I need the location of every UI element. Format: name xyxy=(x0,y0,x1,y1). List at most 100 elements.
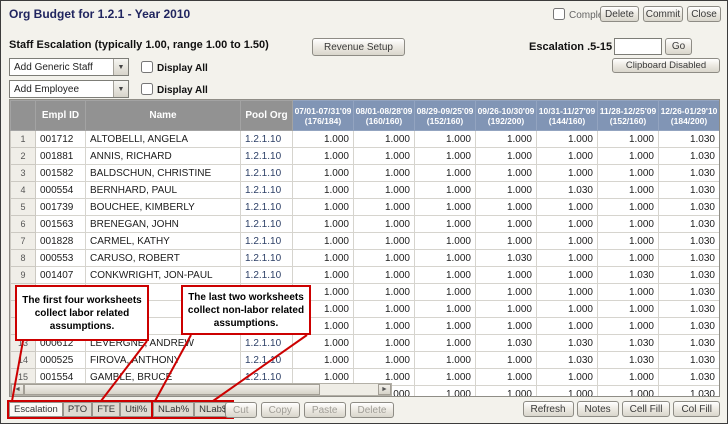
cell-escalation-value[interactable]: 1.000 xyxy=(476,148,537,165)
cell-escalation-value[interactable]: 1.000 xyxy=(476,284,537,301)
cell-escalation-value[interactable]: 1.030 xyxy=(659,301,720,318)
cell-escalation-value[interactable]: 1.030 xyxy=(598,352,659,369)
cell-escalation-value[interactable]: 1.000 xyxy=(598,386,659,398)
cell-escalation-value[interactable]: 1.030 xyxy=(659,352,720,369)
complete-checkbox[interactable] xyxy=(553,8,565,20)
cell-escalation-value[interactable]: 1.000 xyxy=(415,216,476,233)
cell-escalation-value[interactable]: 1.000 xyxy=(476,301,537,318)
cell-escalation-value[interactable]: 1.000 xyxy=(598,369,659,386)
escalation-input[interactable] xyxy=(614,38,662,55)
cell-escalation-value[interactable]: 1.000 xyxy=(598,182,659,199)
cell-escalation-value[interactable]: 1.000 xyxy=(293,250,354,267)
button-paste[interactable]: Paste xyxy=(304,402,346,418)
cell-escalation-value[interactable]: 1.030 xyxy=(537,335,598,352)
delete-button[interactable]: Delete xyxy=(600,6,639,22)
cell-escalation-value[interactable]: 1.030 xyxy=(659,233,720,250)
cell-escalation-value[interactable]: 1.000 xyxy=(293,216,354,233)
cell-escalation-value[interactable]: 1.000 xyxy=(537,284,598,301)
cell-escalation-value[interactable]: 1.000 xyxy=(537,267,598,284)
cell-escalation-value[interactable]: 1.000 xyxy=(476,352,537,369)
cell-escalation-value[interactable]: 1.030 xyxy=(659,250,720,267)
cell-escalation-value[interactable]: 1.000 xyxy=(415,352,476,369)
cell-escalation-value[interactable]: 1.000 xyxy=(415,233,476,250)
cell-escalation-value[interactable]: 1.030 xyxy=(598,335,659,352)
cell-escalation-value[interactable]: 1.000 xyxy=(354,318,415,335)
cell-escalation-value[interactable]: 1.000 xyxy=(415,386,476,398)
cell-escalation-value[interactable]: 1.000 xyxy=(293,131,354,148)
cell-escalation-value[interactable]: 1.000 xyxy=(354,335,415,352)
cell-escalation-value[interactable]: 1.000 xyxy=(354,165,415,182)
button-copy[interactable]: Copy xyxy=(261,402,300,418)
tab-pto[interactable]: PTO xyxy=(63,402,92,417)
cell-escalation-value[interactable]: 1.000 xyxy=(598,165,659,182)
cell-escalation-value[interactable]: 1.000 xyxy=(598,131,659,148)
cell-escalation-value[interactable]: 1.000 xyxy=(476,165,537,182)
cell-escalation-value[interactable]: 1.030 xyxy=(659,284,720,301)
cell-escalation-value[interactable]: 1.000 xyxy=(415,301,476,318)
cell-escalation-value[interactable]: 1.030 xyxy=(659,216,720,233)
cell-escalation-value[interactable]: 1.030 xyxy=(659,199,720,216)
tab-nlab[interactable]: NLab% xyxy=(153,402,194,417)
cell-escalation-value[interactable]: 1.030 xyxy=(537,352,598,369)
cell-escalation-value[interactable]: 1.000 xyxy=(476,216,537,233)
display-all-generic-checkbox[interactable] xyxy=(141,61,153,73)
cell-escalation-value[interactable]: 1.000 xyxy=(354,352,415,369)
cell-escalation-value[interactable]: 1.000 xyxy=(537,199,598,216)
cell-escalation-value[interactable]: 1.000 xyxy=(476,199,537,216)
add-generic-staff-select[interactable]: Add Generic Staff ▼ xyxy=(9,58,129,76)
scrollbar-thumb[interactable] xyxy=(24,384,320,395)
tab-util[interactable]: Util% xyxy=(120,402,152,417)
add-employee-select[interactable]: Add Employee ▼ xyxy=(9,80,129,98)
cell-escalation-value[interactable]: 1.000 xyxy=(537,369,598,386)
cell-escalation-value[interactable]: 1.030 xyxy=(659,369,720,386)
cell-escalation-value[interactable]: 1.000 xyxy=(415,250,476,267)
cell-escalation-value[interactable]: 1.000 xyxy=(293,199,354,216)
cell-escalation-value[interactable]: 1.000 xyxy=(598,199,659,216)
cell-escalation-value[interactable]: 1.000 xyxy=(537,148,598,165)
cell-escalation-value[interactable]: 1.000 xyxy=(537,250,598,267)
button-notes[interactable]: Notes xyxy=(577,401,619,417)
cell-escalation-value[interactable]: 1.000 xyxy=(476,131,537,148)
cell-escalation-value[interactable]: 1.000 xyxy=(415,165,476,182)
cell-escalation-value[interactable]: 1.000 xyxy=(354,199,415,216)
cell-escalation-value[interactable]: 1.000 xyxy=(476,182,537,199)
cell-escalation-value[interactable]: 1.000 xyxy=(598,318,659,335)
clipboard-disabled-button[interactable]: Clipboard Disabled xyxy=(612,58,720,73)
cell-escalation-value[interactable]: 1.000 xyxy=(476,318,537,335)
cell-escalation-value[interactable]: 1.030 xyxy=(659,131,720,148)
cell-escalation-value[interactable]: 1.000 xyxy=(537,233,598,250)
cell-escalation-value[interactable]: 1.000 xyxy=(293,182,354,199)
go-button[interactable]: Go xyxy=(665,38,692,55)
cell-escalation-value[interactable]: 1.000 xyxy=(415,199,476,216)
cell-escalation-value[interactable]: 1.000 xyxy=(415,369,476,386)
cell-escalation-value[interactable]: 1.000 xyxy=(415,318,476,335)
cell-escalation-value[interactable]: 1.000 xyxy=(537,216,598,233)
cell-escalation-value[interactable]: 1.000 xyxy=(354,250,415,267)
close-button[interactable]: Close xyxy=(687,6,721,22)
scroll-left-icon[interactable]: ◄ xyxy=(11,384,24,395)
cell-escalation-value[interactable]: 1.000 xyxy=(415,335,476,352)
cell-escalation-value[interactable]: 1.000 xyxy=(537,131,598,148)
cell-escalation-value[interactable]: 1.000 xyxy=(293,148,354,165)
cell-escalation-value[interactable]: 1.030 xyxy=(659,386,720,398)
cell-escalation-value[interactable]: 1.030 xyxy=(537,182,598,199)
tab-escalation[interactable]: Escalation xyxy=(9,402,63,417)
button-refresh[interactable]: Refresh xyxy=(523,401,574,417)
cell-escalation-value[interactable]: 1.030 xyxy=(659,335,720,352)
cell-escalation-value[interactable]: 1.000 xyxy=(537,386,598,398)
cell-escalation-value[interactable]: 1.030 xyxy=(659,165,720,182)
cell-escalation-value[interactable]: 1.000 xyxy=(293,335,354,352)
cell-escalation-value[interactable]: 1.000 xyxy=(537,318,598,335)
cell-escalation-value[interactable]: 1.000 xyxy=(415,148,476,165)
button-col-fill[interactable]: Col Fill xyxy=(673,401,720,417)
cell-escalation-value[interactable]: 1.030 xyxy=(659,318,720,335)
cell-escalation-value[interactable]: 1.000 xyxy=(537,165,598,182)
cell-escalation-value[interactable]: 1.000 xyxy=(354,148,415,165)
cell-escalation-value[interactable]: 1.000 xyxy=(476,386,537,398)
cell-escalation-value[interactable]: 1.030 xyxy=(659,182,720,199)
cell-escalation-value[interactable]: 1.000 xyxy=(293,233,354,250)
cell-escalation-value[interactable]: 1.030 xyxy=(598,267,659,284)
cell-escalation-value[interactable]: 1.000 xyxy=(476,267,537,284)
cell-escalation-value[interactable]: 1.000 xyxy=(598,148,659,165)
cell-escalation-value[interactable]: 1.000 xyxy=(598,216,659,233)
